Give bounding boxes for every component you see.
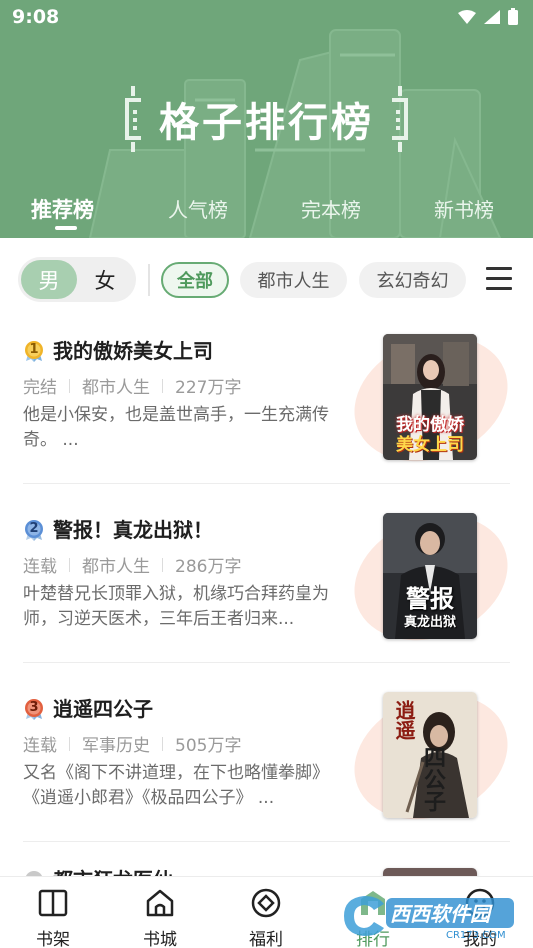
chip-all[interactable]: 全部	[161, 262, 229, 298]
book-word-count: 227万字	[175, 378, 242, 398]
book-title[interactable]: 都市狂龙医仙	[53, 864, 173, 876]
row-divider	[23, 662, 510, 663]
left-ornament-icon	[125, 86, 141, 152]
book-category: 军事历史	[82, 736, 150, 756]
tab-new-books[interactable]: 新书榜	[434, 194, 494, 223]
book-category: 都市人生	[82, 557, 150, 577]
cover-title-line-2: 美女上司	[396, 435, 464, 455]
book-description: 他是小保安，也是盖世高手，一生充满传奇。 ...	[23, 405, 329, 450]
book-status: 连载	[23, 557, 57, 577]
book-open-icon	[38, 889, 68, 917]
nav-bookshelf[interactable]: 书架	[13, 877, 93, 948]
book-cover[interactable]: 逍遥 四公子	[383, 692, 477, 818]
active-tab-indicator	[55, 226, 77, 230]
book-description: 叶楚替兄长顶罪入狱，机缘巧合拜药皇为师，习逆天医术，三年后王者归来...	[23, 584, 329, 629]
book-status: 连载	[23, 736, 57, 756]
book-word-count: 505万字	[175, 736, 242, 756]
ranking-tabs: 推荐榜 人气榜 完本榜 新书榜	[0, 190, 533, 236]
status-time: 9:08	[12, 6, 60, 28]
book-title[interactable]: 我的傲娇美女上司	[53, 335, 213, 364]
rank-number: 1	[29, 342, 39, 357]
book-cover[interactable]: 我的傲娇 美女上司	[383, 334, 477, 460]
cover-title-line-1: 警报	[406, 585, 454, 613]
book-meta: 完结 都市人生 227万字	[23, 373, 241, 398]
tab-popular[interactable]: 人气榜	[168, 194, 228, 223]
gender-female-option[interactable]: 女	[77, 260, 133, 299]
book-list-item[interactable]: 都市狂龙医仙	[0, 862, 533, 876]
battery-icon	[508, 8, 518, 25]
book-word-count: 286万字	[175, 557, 242, 577]
filter-bar: 男 女 全部 都市人生 玄幻奇幻	[0, 238, 533, 322]
chip-urban-life[interactable]: 都市人生	[240, 262, 347, 298]
nav-bookstore[interactable]: 书城	[120, 877, 200, 948]
book-cover[interactable]: 警报 真龙出狱	[383, 513, 477, 639]
page-title: 格子排行榜	[159, 100, 374, 146]
gender-male-option[interactable]: 男	[21, 260, 77, 299]
nav-label: 书城	[143, 930, 177, 948]
rank-number: 2	[29, 521, 39, 536]
book-cover-area[interactable]: 警报 真龙出狱	[335, 493, 527, 663]
book-meta: 连载 军事历史 505万字	[23, 731, 241, 756]
cover-title-line-2: 真龙出狱	[403, 615, 456, 630]
gender-toggle[interactable]: 男 女	[18, 257, 136, 302]
tab-recommend[interactable]: 推荐榜	[31, 194, 94, 224]
diamond-coin-icon	[251, 888, 281, 918]
nav-welfare[interactable]: 福利	[226, 877, 306, 948]
book-status: 完结	[23, 378, 57, 398]
book-cover-area[interactable]: 我的傲娇 美女上司	[335, 314, 527, 484]
title-row: 格子排行榜	[0, 86, 533, 152]
cover-title-line-1: 逍遥	[392, 700, 416, 740]
wifi-icon	[458, 10, 476, 24]
home-icon	[146, 889, 174, 917]
right-ornament-icon	[392, 86, 408, 152]
book-title[interactable]: 警报！真龙出狱！	[53, 514, 213, 543]
cover-title-line-2: 四公子	[420, 746, 445, 812]
nav-label: 福利	[249, 930, 283, 948]
ranking-header: 9:08 格子排行榜 推荐榜 人气榜 完本榜 新书榜	[0, 0, 533, 238]
row-divider	[23, 483, 510, 484]
filter-divider	[148, 264, 150, 296]
book-cover[interactable]	[383, 868, 477, 876]
hamburger-menu-icon[interactable]	[486, 267, 512, 291]
chip-fantasy[interactable]: 玄幻奇幻	[359, 262, 466, 298]
rank-number: 3	[29, 700, 39, 715]
book-title[interactable]: 逍遥四公子	[53, 693, 153, 722]
row-divider	[23, 841, 510, 842]
watermark-url: CR173.COM	[446, 930, 506, 941]
tab-completed[interactable]: 完本榜	[301, 194, 361, 223]
cellular-signal-icon	[484, 10, 500, 24]
watermark-text: 西西软件园	[390, 902, 490, 926]
book-cover-area[interactable]: 逍遥 四公子	[335, 672, 527, 842]
book-meta: 连载 都市人生 286万字	[23, 552, 241, 577]
status-icons	[457, 8, 519, 26]
site-watermark: 西西软件园 CR173.COM	[336, 884, 516, 944]
status-bar: 9:08	[0, 0, 533, 36]
book-description: 又名《阁下不讲道理，在下也略懂拳脚》《逍遥小郎君》《极品四公子》 ...	[23, 763, 329, 808]
book-category: 都市人生	[82, 378, 150, 398]
nav-label: 书架	[36, 930, 70, 948]
